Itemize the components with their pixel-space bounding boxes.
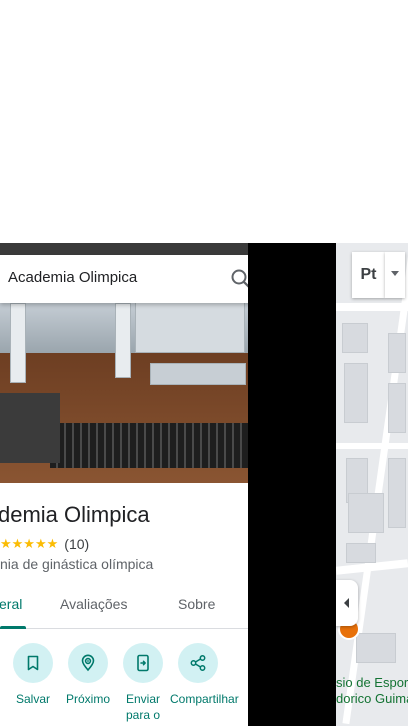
share-icon — [178, 643, 218, 683]
place-title: demia Olimpica — [0, 502, 150, 527]
map-building — [388, 383, 406, 433]
place-tabs: eral Avaliações Sobre — [0, 593, 248, 629]
share-button[interactable]: Compartilhar — [170, 643, 239, 707]
map-building — [346, 543, 376, 563]
photo-mat — [50, 423, 248, 468]
nearby-icon — [68, 643, 108, 683]
chevron-down-icon — [391, 271, 399, 276]
map-building — [356, 633, 396, 663]
bookmark-icon — [13, 643, 53, 683]
layers-dropdown-button[interactable] — [385, 252, 405, 298]
place-category[interactable]: nia de ginástica olímpica — [0, 556, 153, 572]
send-to-phone-label: Enviar para o — [125, 692, 161, 722]
action-bar: Salvar Próximo Enviar para o Compartilha… — [0, 643, 248, 726]
save-button[interactable]: Salvar — [5, 643, 61, 707]
review-count[interactable]: (10) — [64, 536, 89, 552]
collapse-panel-button[interactable] — [336, 580, 358, 626]
map-layers-button[interactable]: Pt — [352, 252, 385, 298]
tab-about[interactable]: Sobre — [178, 596, 215, 612]
search-input[interactable]: Academia Olimpica — [8, 269, 137, 286]
map-canvas[interactable]: sio de Espor dorico Guima — [336, 243, 408, 726]
photo-machine — [115, 303, 131, 378]
map-building — [348, 493, 384, 533]
save-label: Salvar — [15, 692, 50, 706]
photo-machine — [10, 303, 26, 383]
map-building — [388, 458, 406, 528]
active-tab-indicator — [0, 626, 26, 629]
rating-stars: ★★★★★ — [0, 536, 59, 551]
send-to-phone-icon — [123, 643, 163, 683]
map-building — [388, 333, 406, 373]
layer-label: Pt — [360, 266, 377, 283]
photo-machine — [135, 298, 245, 353]
tab-overview[interactable]: eral — [0, 596, 22, 612]
nearby-button[interactable]: Próximo — [60, 643, 116, 707]
panel-gutter — [248, 243, 336, 726]
maps-page: Academia Olimpica sio de Espor dorico Gu… — [0, 0, 408, 726]
map-place-label[interactable]: dorico Guima — [336, 691, 408, 706]
send-to-phone-button[interactable]: Enviar para o — [115, 643, 171, 723]
chevron-left-icon — [344, 598, 349, 608]
photo-bench — [0, 393, 60, 463]
place-info-panel: demia Olimpica ★★★★★ (10) nia de ginásti… — [0, 483, 248, 726]
rating-row[interactable]: ★★★★★ (10) — [0, 536, 89, 552]
map-building — [342, 323, 368, 353]
photo-machine — [150, 363, 246, 385]
map-road — [336, 303, 408, 311]
map-building — [344, 363, 368, 423]
share-label: Compartilhar — [170, 692, 239, 706]
map-place-label[interactable]: sio de Espor — [336, 675, 408, 690]
map-road — [336, 443, 408, 449]
nearby-label: Próximo — [65, 692, 110, 706]
tab-reviews[interactable]: Avaliações — [60, 596, 127, 612]
